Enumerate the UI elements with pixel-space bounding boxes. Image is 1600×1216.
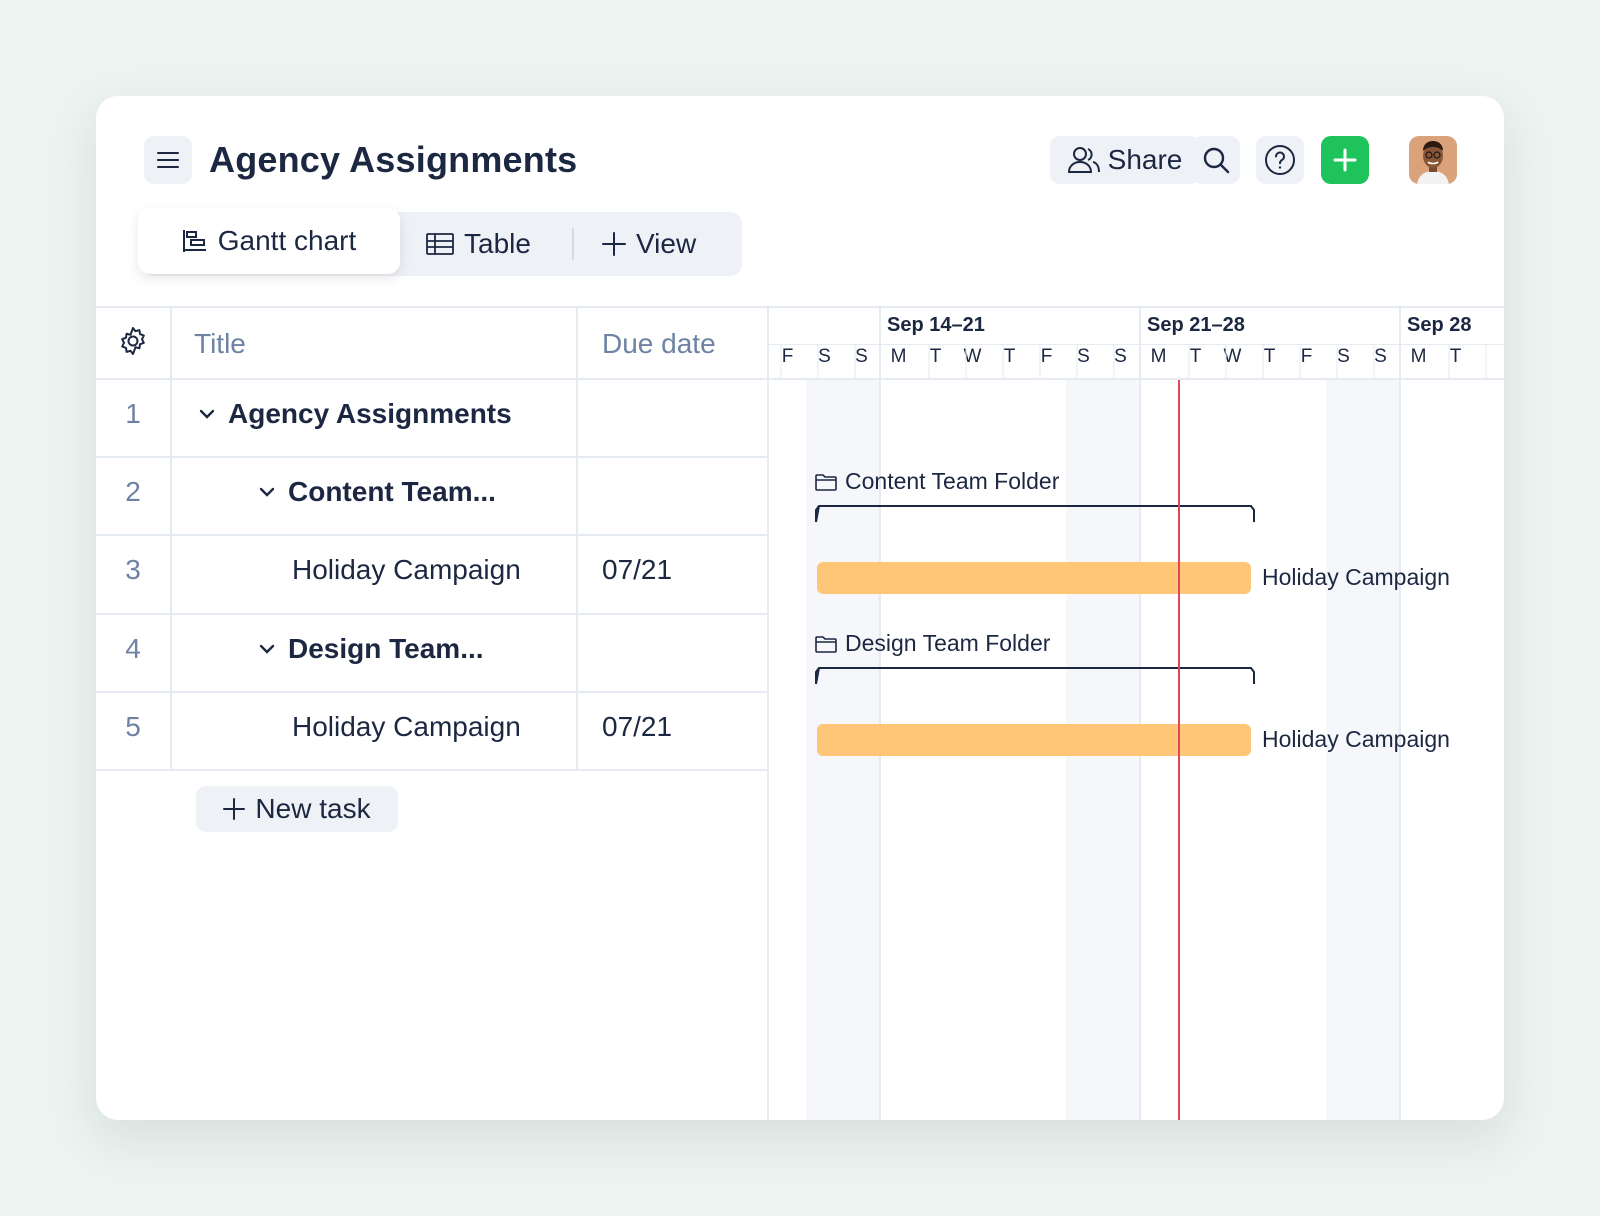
- row-title: Content Team...: [288, 476, 496, 507]
- column-header-title[interactable]: Title: [194, 308, 246, 380]
- column-header-due-date[interactable]: Due date: [602, 308, 716, 380]
- row-due-date[interactable]: 07/21: [602, 711, 672, 743]
- help-icon: [1265, 145, 1295, 175]
- help-button[interactable]: [1256, 136, 1304, 184]
- divider: [96, 769, 769, 771]
- row-number: 4: [125, 633, 141, 664]
- table-icon: [426, 233, 454, 255]
- folder-label: Design Team Folder: [845, 630, 1051, 656]
- users-icon: [1067, 147, 1100, 173]
- add-view-label: View: [636, 228, 697, 259]
- share-button[interactable]: Share: [1050, 136, 1200, 184]
- menu-button[interactable]: [144, 136, 192, 184]
- view-switcher: Gantt chart Table View: [138, 208, 742, 276]
- row-title: Agency Assignments: [228, 398, 512, 429]
- week-divider: [879, 308, 881, 1120]
- task-bar-label: Holiday Campaign: [1262, 564, 1450, 590]
- folder-icon: [815, 473, 837, 491]
- add-view-button[interactable]: View: [602, 212, 696, 276]
- row-number: 5: [125, 711, 141, 742]
- chevron-down-icon[interactable]: [198, 408, 216, 420]
- week-label: Sep 21–28: [1147, 314, 1245, 336]
- week-divider: [1139, 308, 1141, 1120]
- new-task-button[interactable]: New task: [196, 786, 398, 832]
- week-label: Sep 14–21: [887, 314, 985, 336]
- table-row[interactable]: Holiday Campaign: [292, 554, 521, 586]
- divider: [170, 308, 172, 770]
- row-due-date[interactable]: 07/21: [602, 554, 672, 586]
- today-marker: [1178, 380, 1180, 1120]
- task-bar-label: Holiday Campaign: [1262, 726, 1450, 752]
- divider: [96, 534, 769, 536]
- row-title: Holiday Campaign: [292, 711, 521, 742]
- divider: [96, 456, 769, 458]
- page-title: Agency Assignments: [209, 139, 578, 180]
- search-icon: [1203, 147, 1230, 174]
- folder-label: Content Team Folder: [845, 468, 1060, 494]
- divider: [96, 613, 769, 615]
- share-label: Share: [1107, 144, 1183, 175]
- task-bar[interactable]: [817, 562, 1251, 594]
- new-task-label: New task: [255, 793, 371, 824]
- user-avatar-icon: [1409, 136, 1457, 184]
- task-bar[interactable]: [817, 724, 1251, 756]
- table-row[interactable]: Design Team...: [258, 633, 484, 665]
- folder-icon: [815, 635, 837, 653]
- tab-table[interactable]: Table: [426, 212, 531, 276]
- gantt-folder[interactable]: Content Team Folder: [815, 468, 1059, 495]
- row-title: Design Team...: [288, 633, 484, 664]
- plus-icon: [1333, 148, 1357, 172]
- week-divider: [1399, 308, 1401, 1120]
- row-number: 3: [125, 554, 141, 585]
- divider: [576, 308, 578, 770]
- chevron-down-icon[interactable]: [258, 643, 276, 655]
- gantt-timeline[interactable]: Sep 14–21 Sep 21–28 Sep 28 F S S M T W T…: [769, 308, 1504, 1120]
- tab-gantt-chart[interactable]: Gantt chart: [138, 208, 400, 274]
- column-settings-button[interactable]: [118, 326, 148, 361]
- row-title: Holiday Campaign: [292, 554, 521, 585]
- table-row[interactable]: Holiday Campaign: [292, 711, 521, 743]
- gear-icon: [121, 327, 145, 355]
- week-label: Sep 28: [1407, 314, 1472, 336]
- folder-span-bracket[interactable]: [815, 666, 1255, 686]
- table-row[interactable]: Agency Assignments: [198, 398, 512, 430]
- avatar[interactable]: [1409, 136, 1457, 184]
- gantt-folder[interactable]: Design Team Folder: [815, 630, 1050, 657]
- tab-table-label: Table: [464, 228, 531, 259]
- row-number: 2: [125, 476, 141, 507]
- tab-gantt-label: Gantt chart: [217, 225, 357, 256]
- plus-icon: [602, 232, 626, 256]
- add-button[interactable]: [1321, 136, 1369, 184]
- day-ticks: [780, 344, 1487, 378]
- gantt-icon: [182, 230, 206, 252]
- search-button[interactable]: [1192, 136, 1240, 184]
- plus-icon: [223, 798, 246, 820]
- table-row[interactable]: Content Team...: [258, 476, 496, 508]
- view-divider: [572, 228, 574, 260]
- folder-span-bracket[interactable]: [815, 504, 1255, 524]
- hamburger-icon: [157, 152, 179, 168]
- chevron-down-icon[interactable]: [258, 486, 276, 498]
- row-number: 1: [125, 398, 141, 429]
- divider: [96, 691, 769, 693]
- board-card: Agency Assignments Share Gantt chart Tab…: [96, 96, 1504, 1120]
